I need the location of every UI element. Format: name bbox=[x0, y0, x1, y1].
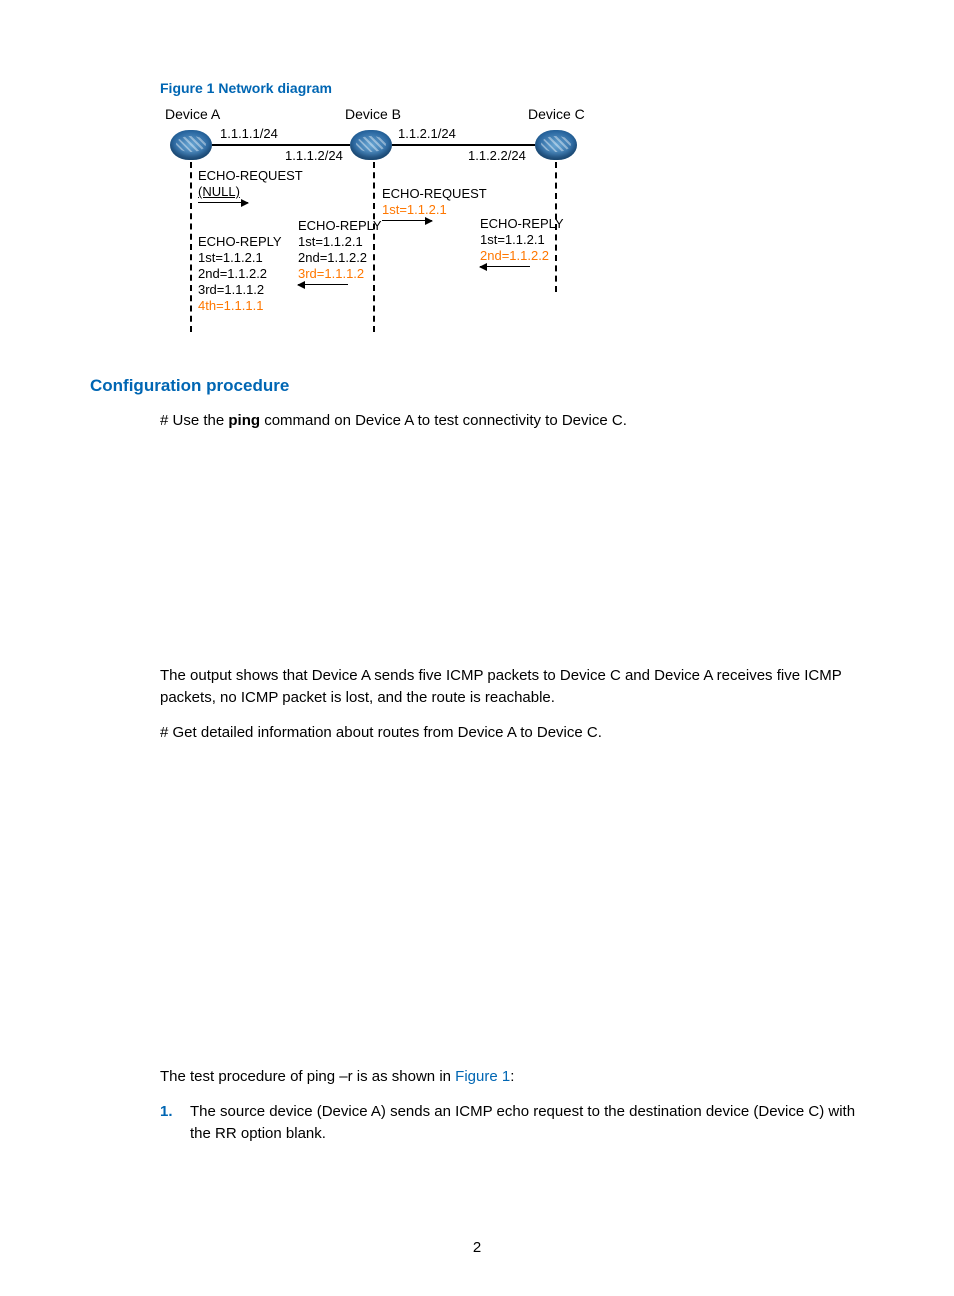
body-paragraph: # Get detailed information about routes … bbox=[160, 722, 864, 745]
reply-hop: 1st=1.1.2.1 bbox=[198, 250, 263, 267]
text: : bbox=[510, 1068, 514, 1085]
arrow-icon bbox=[298, 284, 348, 285]
reply-hop: 1st=1.1.2.1 bbox=[480, 232, 545, 249]
reply-hop-highlight: 2nd=1.1.2.2 bbox=[480, 248, 549, 265]
device-c-label: Device C bbox=[528, 106, 585, 122]
device-b-label: Device B bbox=[345, 106, 401, 122]
reply-hop-highlight: 3rd=1.1.1.2 bbox=[298, 266, 364, 283]
request-hop-highlight: 1st=1.1.2.1 bbox=[382, 202, 447, 219]
reply-hop: 2nd=1.1.2.2 bbox=[298, 250, 367, 267]
device-a-label: Device A bbox=[165, 106, 220, 122]
echo-request-label: ECHO-REQUEST bbox=[382, 186, 487, 203]
body-paragraph: The test procedure of ping –r is as show… bbox=[160, 1066, 864, 1089]
link-line bbox=[392, 144, 535, 146]
link-line bbox=[212, 144, 350, 146]
reply-hop-highlight: 4th=1.1.1.1 bbox=[198, 298, 263, 315]
text: command on Device A to test connectivity… bbox=[260, 412, 627, 429]
page-number: 2 bbox=[0, 1239, 954, 1256]
timeline bbox=[373, 162, 375, 332]
section-heading: Configuration procedure bbox=[90, 376, 864, 396]
figure-caption: Figure 1 Network diagram bbox=[160, 80, 864, 96]
ip-label: 1.1.2.1/24 bbox=[398, 126, 456, 141]
router-icon bbox=[170, 130, 212, 160]
text: The test procedure of ping –r is as show… bbox=[160, 1068, 455, 1085]
arrow-icon bbox=[480, 266, 530, 267]
reply-hop: 3rd=1.1.1.2 bbox=[198, 282, 264, 299]
reply-hop: 2nd=1.1.2.2 bbox=[198, 266, 267, 283]
ip-label: 1.1.1.2/24 bbox=[285, 148, 343, 163]
ip-label: 1.1.1.1/24 bbox=[220, 126, 278, 141]
echo-reply-label: ECHO-REPLY bbox=[198, 234, 282, 251]
list-text: The source device (Device A) sends an IC… bbox=[190, 1101, 864, 1146]
whitespace bbox=[90, 445, 864, 665]
ordered-list-item: 1. The source device (Device A) sends an… bbox=[160, 1101, 864, 1146]
text: # Use the bbox=[160, 412, 228, 429]
body-paragraph: The output shows that Device A sends fiv… bbox=[160, 665, 864, 710]
body-paragraph: # Use the ping command on Device A to te… bbox=[160, 410, 864, 433]
arrow-icon bbox=[198, 202, 248, 203]
echo-request-label: ECHO-REQUEST bbox=[198, 168, 303, 185]
ip-label: 1.1.2.2/24 bbox=[468, 148, 526, 163]
timeline bbox=[190, 162, 192, 332]
router-icon bbox=[535, 130, 577, 160]
whitespace bbox=[90, 756, 864, 1066]
echo-reply-label: ECHO-REPLY bbox=[298, 218, 382, 235]
router-icon bbox=[350, 130, 392, 160]
network-diagram: Device A Device B Device C 1.1.1.1/24 1.… bbox=[150, 106, 670, 356]
figure-crossref-link[interactable]: Figure 1 bbox=[455, 1068, 510, 1085]
command-name: ping bbox=[228, 412, 260, 429]
reply-hop: 1st=1.1.2.1 bbox=[298, 234, 363, 251]
echo-reply-label: ECHO-REPLY bbox=[480, 216, 564, 233]
page: Figure 1 Network diagram Device A Device… bbox=[0, 0, 954, 1296]
echo-request-null: (NULL) bbox=[198, 184, 240, 201]
list-number: 1. bbox=[160, 1101, 190, 1146]
arrow-icon bbox=[382, 220, 432, 221]
